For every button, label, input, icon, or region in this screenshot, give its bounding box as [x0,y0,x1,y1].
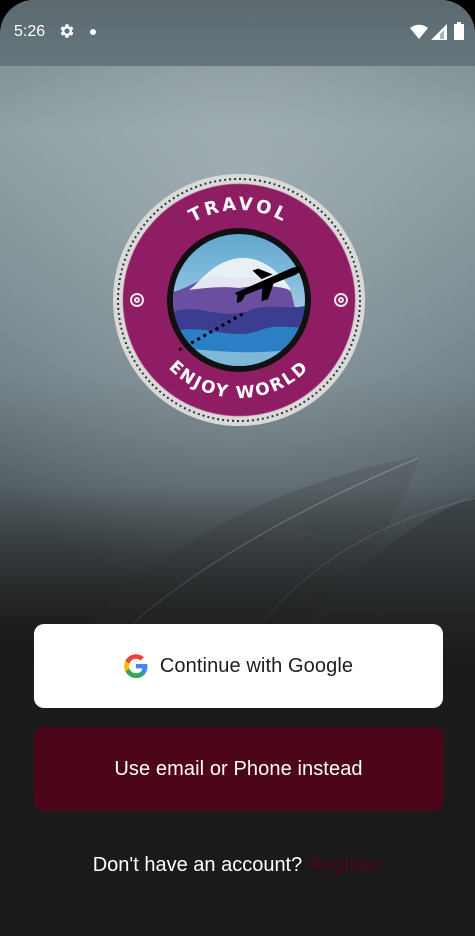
wifi-icon [410,24,428,39]
email-button-label: Use email or Phone instead [114,757,363,780]
battery-icon [454,22,464,40]
use-email-or-phone-button[interactable]: Use email or Phone instead [34,727,443,811]
register-prompt-text: Don't have an account? [92,854,308,876]
google-icon [123,654,148,678]
signal-icon [431,24,447,40]
gear-icon [60,24,74,38]
google-button-label: Continue with Google [159,654,354,677]
status-time: 5:26 [14,23,46,40]
register-prompt: Don't have an account? Register [0,854,475,877]
travol-logo: TRAVOL ENJOY WORLD [113,174,365,426]
status-bar: 5:26 [0,0,475,66]
continue-with-google-button[interactable]: Continue with Google [34,624,443,708]
login-screen: 5:26 TRAVOL ENJOY WORLD Continue with Go… [0,0,475,936]
register-link[interactable]: Register [308,854,382,876]
notification-dot-icon [90,29,96,35]
